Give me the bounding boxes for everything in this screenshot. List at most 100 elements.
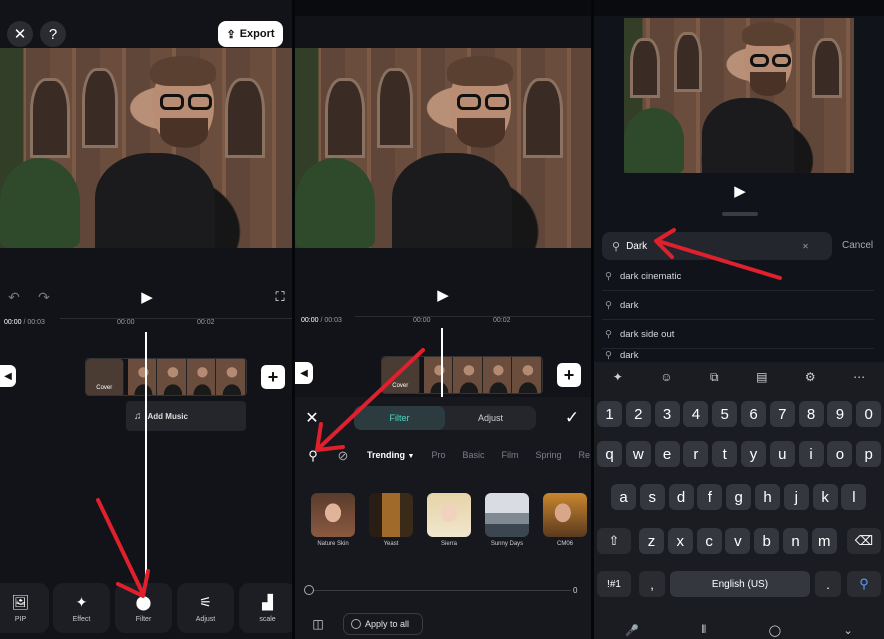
- video-clip-track[interactable]: Cover: [381, 356, 543, 394]
- sheet-handle[interactable]: [722, 212, 758, 216]
- category-more[interactable]: Re: [579, 450, 591, 460]
- toolbar-effect[interactable]: ✦ Effect: [53, 583, 110, 633]
- more-icon[interactable]: ⋯: [853, 370, 865, 384]
- key-s[interactable]: s: [639, 484, 665, 510]
- intensity-slider-handle[interactable]: [304, 585, 314, 595]
- chevron-down-icon[interactable]: ⌄: [844, 624, 853, 637]
- key-k[interactable]: k: [812, 484, 838, 510]
- key-z[interactable]: z: [639, 528, 664, 554]
- audio-toggle-button[interactable]: ◀: [295, 362, 313, 384]
- key-3[interactable]: 3: [654, 401, 680, 427]
- play-button[interactable]: ▶: [137, 288, 157, 306]
- filter-item[interactable]: Yeast: [369, 493, 413, 551]
- search-input[interactable]: [626, 240, 797, 252]
- intensity-slider-track[interactable]: [309, 590, 571, 591]
- add-clip-button[interactable]: +: [261, 365, 285, 389]
- key-8[interactable]: 8: [798, 401, 824, 427]
- key-p[interactable]: p: [856, 441, 882, 467]
- video-preview[interactable]: [624, 18, 854, 173]
- space-key[interactable]: English (US): [670, 571, 810, 597]
- cover-thumbnail[interactable]: Cover: [382, 357, 420, 393]
- backspace-key[interactable]: ⌫: [847, 528, 881, 554]
- search-input-container[interactable]: ⚲ ✕: [602, 232, 832, 260]
- symbols-key[interactable]: !#1: [597, 571, 631, 597]
- video-preview[interactable]: [0, 48, 292, 248]
- close-filter-button[interactable]: ✕: [303, 409, 321, 427]
- key-b[interactable]: b: [754, 528, 780, 554]
- cover-thumbnail[interactable]: Cover: [86, 359, 124, 395]
- video-clip-track[interactable]: Cover: [85, 358, 247, 396]
- category-basic[interactable]: Basic: [462, 450, 484, 460]
- search-filter-button[interactable]: ⚲: [305, 448, 321, 464]
- sticker-icon[interactable]: ⧉: [710, 370, 719, 385]
- key-l[interactable]: l: [841, 484, 867, 510]
- category-film[interactable]: Film: [501, 450, 518, 460]
- apply-to-all-button[interactable]: Apply to all: [343, 613, 423, 635]
- key-g[interactable]: g: [726, 484, 752, 510]
- key-u[interactable]: u: [769, 441, 795, 467]
- no-filter-button[interactable]: ⊘: [335, 448, 351, 464]
- key-x[interactable]: x: [667, 528, 693, 554]
- category-trending[interactable]: Trending ▼: [367, 450, 414, 460]
- key-h[interactable]: h: [755, 484, 780, 510]
- home-icon[interactable]: ◯: [769, 624, 781, 637]
- redo-icon[interactable]: ↷: [34, 288, 54, 306]
- gear-icon[interactable]: ⚙: [805, 370, 816, 384]
- suggestion-item[interactable]: ⚲ dark: [602, 291, 874, 320]
- key-y[interactable]: y: [741, 441, 766, 467]
- search-key[interactable]: ⚲: [847, 571, 881, 597]
- mic-icon[interactable]: 🎤: [625, 624, 639, 637]
- add-music-track[interactable]: ♫ Add Music: [126, 401, 246, 431]
- category-pro[interactable]: Pro: [431, 450, 445, 460]
- video-preview[interactable]: [295, 48, 591, 248]
- clipboard-icon[interactable]: ▤: [756, 370, 767, 384]
- shift-key[interactable]: ⇧: [597, 528, 631, 554]
- play-button[interactable]: ▶: [433, 286, 453, 304]
- add-clip-button[interactable]: +: [557, 363, 581, 387]
- toolbar-pip[interactable]: 🖼 PIP: [0, 583, 49, 633]
- filter-item[interactable]: Sierra: [427, 493, 471, 551]
- toolbar-filter[interactable]: ⬤ Filter: [115, 583, 172, 633]
- key-4[interactable]: 4: [683, 401, 709, 427]
- tab-filter[interactable]: Filter: [354, 406, 445, 430]
- key-i[interactable]: i: [798, 441, 824, 467]
- fullscreen-icon[interactable]: ⛶: [270, 288, 290, 306]
- confirm-button[interactable]: ✓: [563, 408, 581, 427]
- filter-item[interactable]: Nature Skin: [311, 493, 355, 551]
- toolbar-scale[interactable]: ▟ scale: [239, 583, 292, 633]
- recent-apps-icon[interactable]: ⦀: [701, 624, 706, 637]
- audio-toggle-button[interactable]: ◀: [0, 365, 16, 387]
- close-button[interactable]: ✕: [7, 21, 33, 47]
- key-w[interactable]: w: [625, 441, 651, 467]
- key-v[interactable]: v: [725, 528, 751, 554]
- key-2[interactable]: 2: [625, 401, 651, 427]
- key-t[interactable]: t: [712, 441, 738, 467]
- category-spring[interactable]: Spring: [535, 450, 561, 460]
- clear-icon[interactable]: ✕: [802, 242, 809, 251]
- suggestion-item[interactable]: ⚲ dark: [602, 349, 874, 362]
- key-r[interactable]: r: [683, 441, 709, 467]
- key-d[interactable]: d: [668, 484, 694, 510]
- compare-button[interactable]: ◫: [309, 615, 327, 633]
- key-a[interactable]: a: [611, 484, 636, 510]
- key-1[interactable]: 1: [597, 401, 622, 427]
- key-7[interactable]: 7: [769, 401, 795, 427]
- key-e[interactable]: e: [654, 441, 680, 467]
- cancel-button[interactable]: Cancel: [842, 240, 873, 251]
- key-n[interactable]: n: [783, 528, 808, 554]
- key-6[interactable]: 6: [741, 401, 766, 427]
- playhead[interactable]: [145, 332, 147, 587]
- key-0[interactable]: 0: [856, 401, 882, 427]
- export-button[interactable]: ⇪ Export: [218, 21, 283, 47]
- toolbar-adjust[interactable]: ⚟ Adjust: [177, 583, 234, 633]
- key-o[interactable]: o: [827, 441, 853, 467]
- filter-item[interactable]: CM06: [543, 493, 587, 551]
- playhead[interactable]: [441, 328, 443, 398]
- key-q[interactable]: q: [597, 441, 622, 467]
- sparkle-icon[interactable]: ✦: [613, 370, 623, 384]
- play-button[interactable]: ▶: [730, 182, 750, 200]
- period-key[interactable]: .: [815, 571, 841, 597]
- key-5[interactable]: 5: [712, 401, 738, 427]
- key-c[interactable]: c: [696, 528, 722, 554]
- undo-icon[interactable]: ↶: [4, 288, 24, 306]
